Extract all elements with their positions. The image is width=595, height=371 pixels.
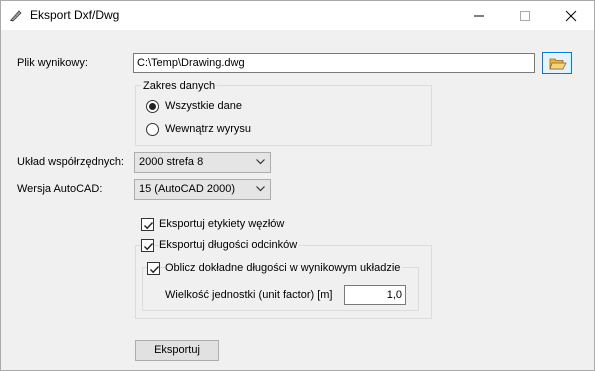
data-range-legend: Zakres danych [141,80,218,92]
exact-lengths-label: Oblicz dokładne długości w wynikowym ukł… [165,262,403,274]
exact-lengths-checkbox[interactable] [147,262,160,275]
export-node-labels-checkbox[interactable] [141,218,154,231]
minimize-icon [474,15,484,17]
export-dialog: Eksport Dxf/Dwg Plik wynikowy: C:\Temp\D… [0,0,595,371]
autocad-version-value: 15 (AutoCAD 2000) [139,183,235,195]
output-file-label: Plik wynikowy: [17,57,88,69]
coordinate-system-label: Układ współrzędnych: [17,156,124,168]
maximize-button[interactable] [502,1,548,30]
minimize-button[interactable] [456,1,502,30]
radio-inside-sheet-label: Wewnątrz wyrysu [165,123,251,135]
pen-icon [9,8,23,22]
checkmark-icon [150,266,160,274]
export-button[interactable]: Eksportuj [135,340,219,361]
coordinate-system-value: 2000 strefa 8 [139,156,204,168]
close-button[interactable] [548,1,594,30]
checkmark-icon [144,243,154,251]
radio-all-data-label: Wszystkie dane [165,100,243,112]
close-icon [565,10,577,22]
radio-selected-dot [149,103,156,110]
window-title: Eksport Dxf/Dwg [30,8,120,22]
maximize-icon [520,11,530,21]
unit-factor-input[interactable]: 1,0 [344,285,406,305]
autocad-version-label: Wersja AutoCAD: [17,183,103,195]
output-file-input[interactable]: C:\Temp\Drawing.dwg [133,53,535,73]
export-node-labels-label: Eksportuj etykiety węzłów [159,218,285,230]
chevron-down-icon [256,186,265,192]
open-folder-icon [549,58,567,70]
autocad-version-select[interactable]: 15 (AutoCAD 2000) [134,179,271,200]
unit-factor-label: Wielkość jednostki (unit factor) [m] [165,289,333,301]
radio-all-data[interactable] [146,100,159,113]
coordinate-system-select[interactable]: 2000 strefa 8 [134,152,271,173]
data-range-group [135,85,432,146]
browse-button[interactable] [542,52,572,74]
chevron-down-icon [256,159,265,165]
export-segment-lengths-label: Eksportuj długości odcinków [159,239,300,251]
title-bar[interactable]: Eksport Dxf/Dwg [1,1,594,30]
radio-inside-sheet[interactable] [146,123,159,136]
export-segment-lengths-checkbox[interactable] [141,239,154,252]
checkmark-icon [144,222,154,230]
